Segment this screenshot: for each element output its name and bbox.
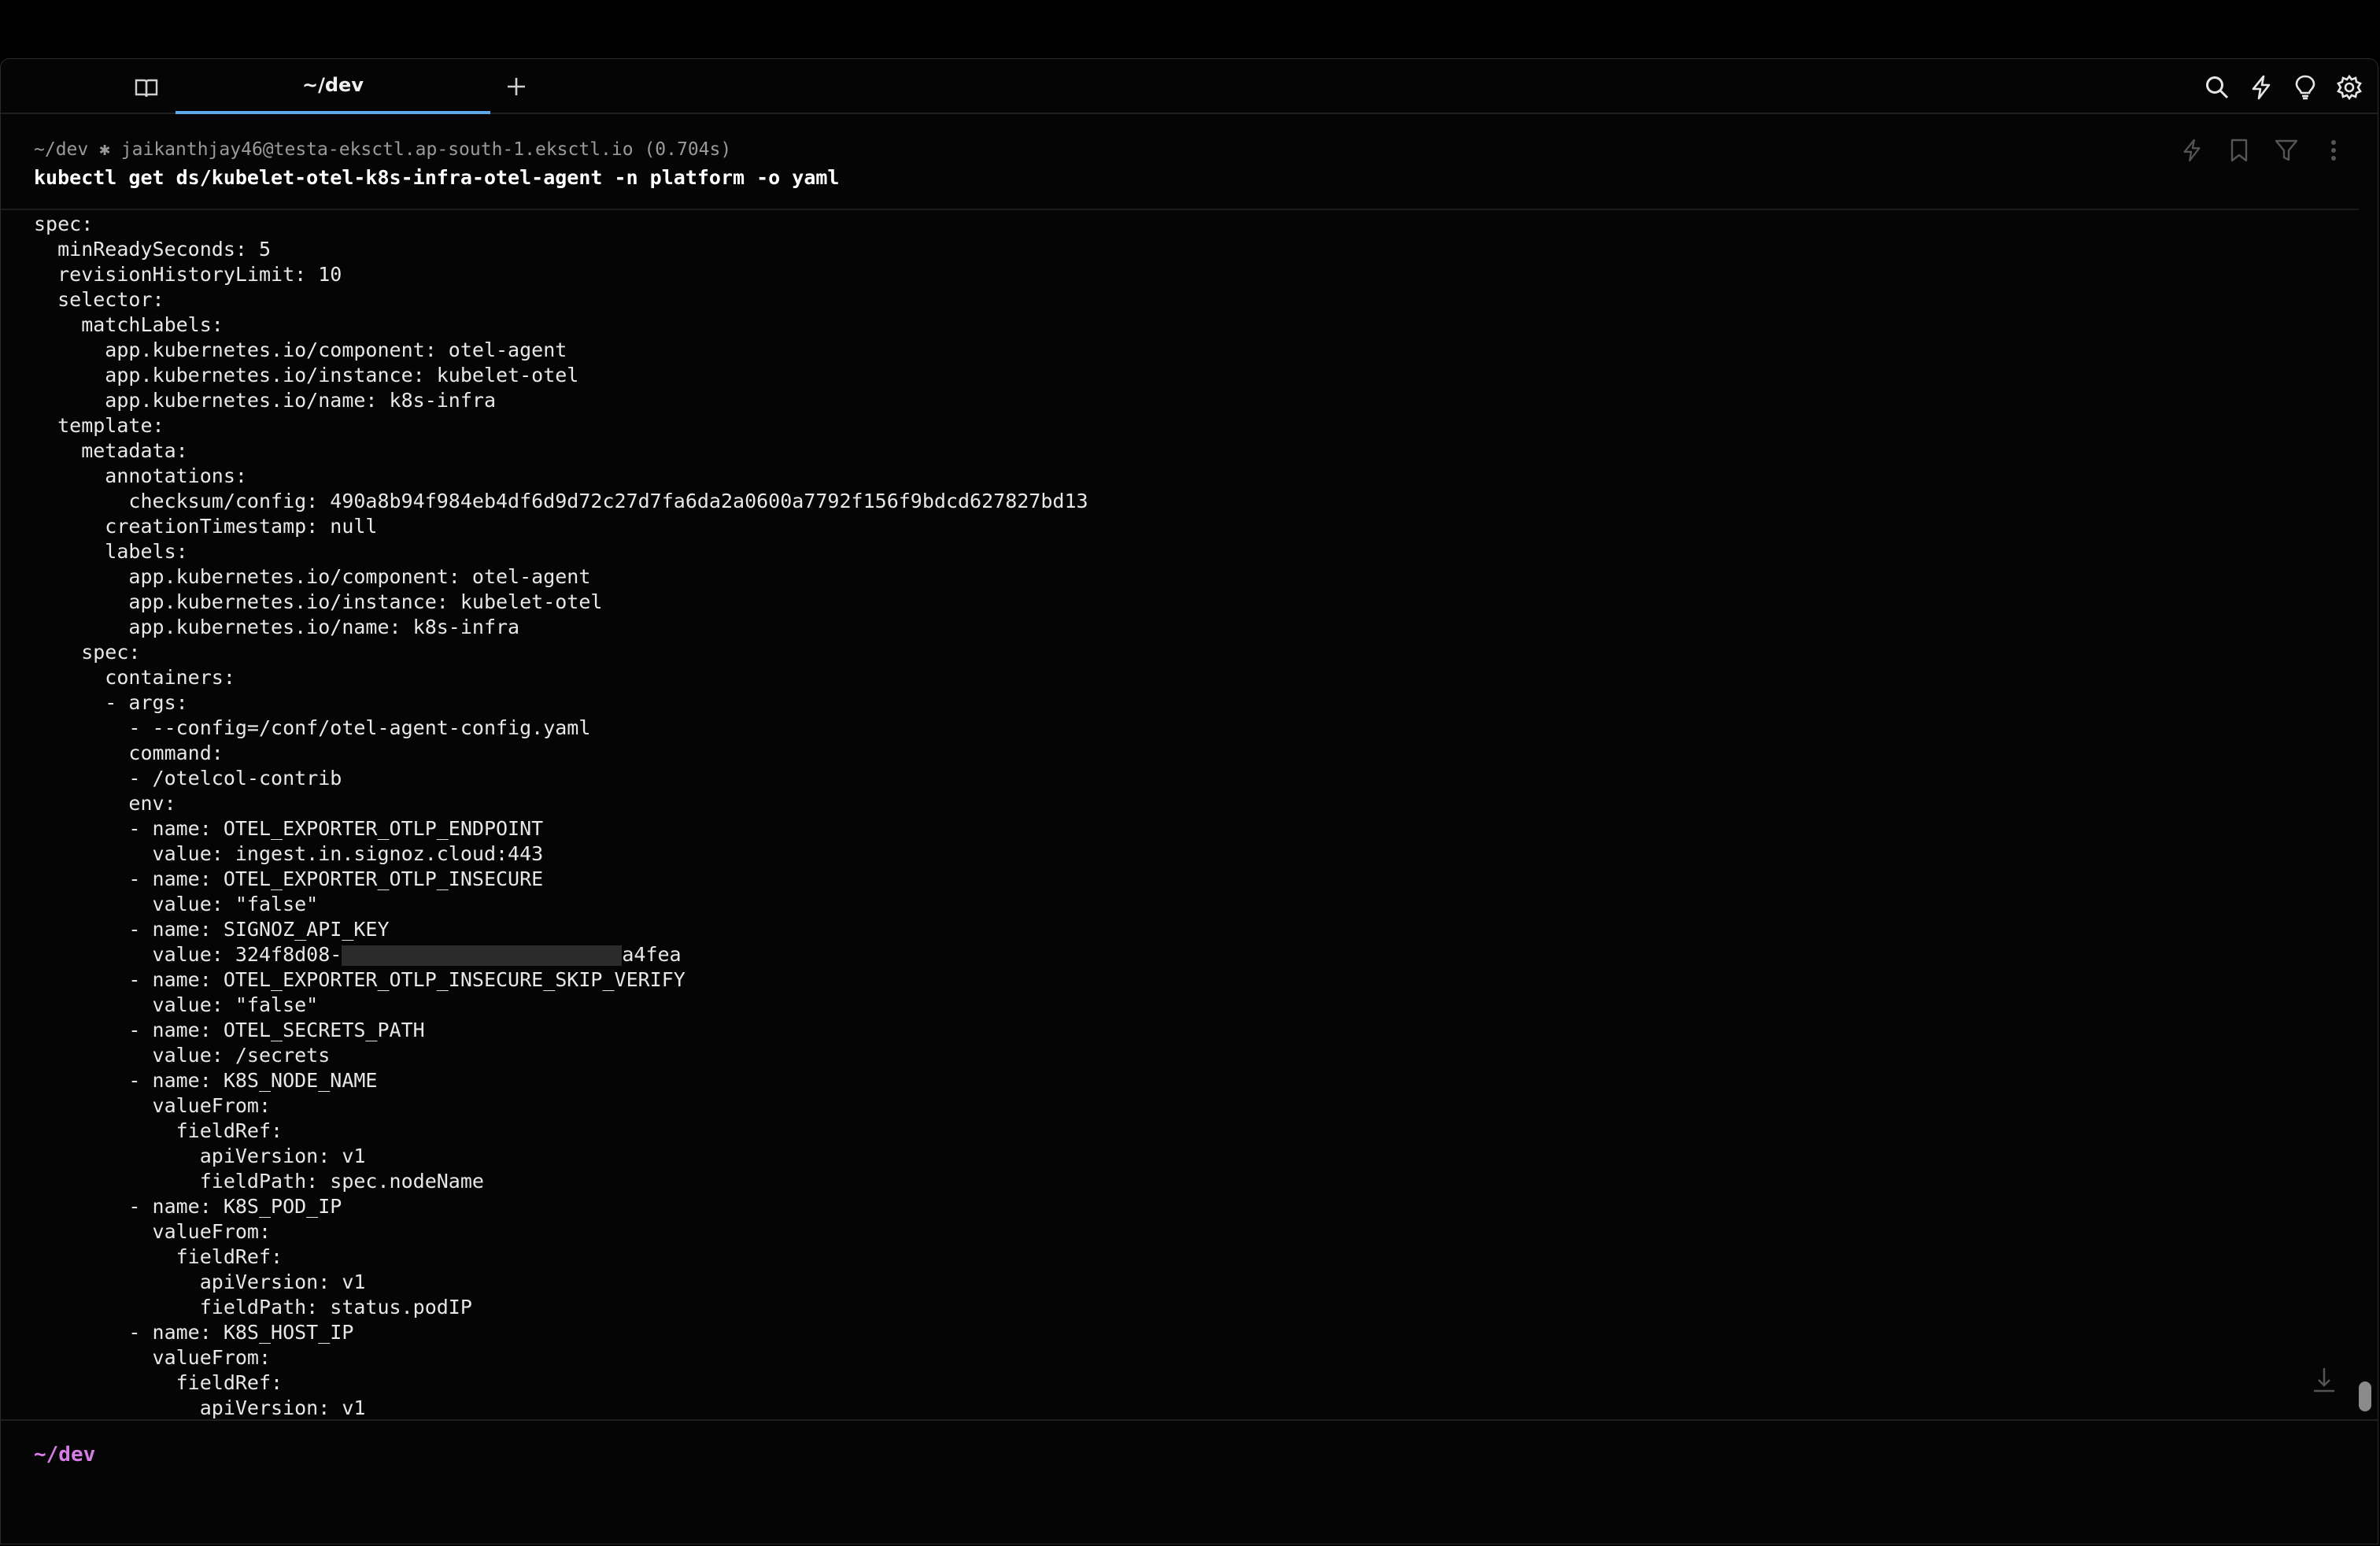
output-line: fieldRef: bbox=[34, 1245, 283, 1268]
output-line: app.kubernetes.io/name: k8s-infra bbox=[34, 389, 496, 412]
lightning-icon[interactable] bbox=[2245, 72, 2277, 103]
block-actions bbox=[2160, 135, 2349, 166]
block-command[interactable]: kubectl get ds/kubelet-otel-k8s-infra-ot… bbox=[34, 166, 840, 189]
output-line: selector: bbox=[34, 288, 164, 311]
output-line: template: bbox=[34, 414, 164, 437]
lightning-icon[interactable] bbox=[2176, 135, 2208, 166]
output-line: - name: OTEL_EXPORTER_OTLP_ENDPOINT bbox=[34, 817, 544, 840]
command-output: spec: minReadySeconds: 5 revisionHistory… bbox=[34, 212, 2316, 1471]
output-line: value: "false" bbox=[34, 893, 319, 915]
output-line: spec: bbox=[34, 641, 141, 664]
scrollbar-thumb[interactable] bbox=[2359, 1381, 2371, 1411]
output-line: value: /secrets bbox=[34, 1044, 331, 1067]
output-line: fieldPath: status.podIP bbox=[34, 1296, 472, 1319]
output-text: a4fea bbox=[622, 943, 682, 966]
output-line: matchLabels: bbox=[34, 313, 224, 336]
output-line: - name: SIGNOZ_API_KEY bbox=[34, 918, 390, 941]
output-line: apiVersion: v1 bbox=[34, 1270, 366, 1293]
output-line: app.kubernetes.io/component: otel-agent bbox=[34, 565, 591, 588]
output-line: - name: K8S_NODE_NAME bbox=[34, 1069, 378, 1092]
output-line: spec: bbox=[34, 213, 94, 235]
output-line: valueFrom: bbox=[34, 1094, 272, 1117]
output-line: valueFrom: bbox=[34, 1346, 272, 1369]
output-line: apiVersion: v1 bbox=[34, 1145, 366, 1167]
output-line: labels: bbox=[34, 540, 188, 563]
tab-title: ~/dev bbox=[302, 74, 364, 96]
output-line: app.kubernetes.io/name: k8s-infra bbox=[34, 616, 520, 638]
output-line: metadata: bbox=[34, 439, 188, 462]
output-line: command: bbox=[34, 742, 224, 764]
filter-icon[interactable] bbox=[2271, 135, 2302, 166]
output-line: minReadySeconds: 5 bbox=[34, 238, 272, 261]
lightbulb-icon[interactable] bbox=[2289, 72, 2321, 103]
output-line: app.kubernetes.io/instance: kubelet-otel bbox=[34, 364, 579, 386]
input-area[interactable]: ~/dev bbox=[1, 1419, 2378, 1545]
block-prompt-info: ~/dev ✱ jaikanthjay46@testa-eksctl.ap-so… bbox=[34, 139, 732, 160]
output-line: - args: bbox=[34, 691, 188, 714]
output-line: - name: OTEL_SECRETS_PATH bbox=[34, 1019, 425, 1041]
input-prompt: ~/dev bbox=[34, 1443, 96, 1466]
output-line: checksum/config: 490a8b94f984eb4df6d9d72… bbox=[34, 490, 1088, 512]
output-line: revisionHistoryLimit: 10 bbox=[34, 263, 342, 286]
output-line: fieldRef: bbox=[34, 1119, 283, 1142]
tab-dev[interactable]: ~/dev bbox=[176, 59, 490, 114]
top-black-bar bbox=[0, 0, 2380, 58]
output-line: - name: OTEL_EXPORTER_OTLP_INSECURE_SKIP… bbox=[34, 968, 686, 991]
output-line: - name: OTEL_EXPORTER_OTLP_INSECURE bbox=[34, 867, 544, 890]
output-line: env: bbox=[34, 792, 176, 815]
output-line: value: ingest.in.signoz.cloud:443 bbox=[34, 842, 544, 865]
output-line: value: "false" bbox=[34, 993, 319, 1016]
more-vertical-icon[interactable] bbox=[2318, 135, 2349, 166]
output-line: annotations: bbox=[34, 464, 247, 487]
search-icon[interactable] bbox=[2201, 72, 2233, 103]
output-line: apiVersion: v1 bbox=[34, 1396, 366, 1419]
output-line: app.kubernetes.io/instance: kubelet-otel bbox=[34, 590, 603, 613]
output-text: value: 324f8d08- bbox=[34, 943, 342, 966]
bookmark-icon[interactable] bbox=[2223, 135, 2255, 166]
output-line: creationTimestamp: null bbox=[34, 515, 378, 538]
output-line: - name: K8S_HOST_IP bbox=[34, 1321, 354, 1344]
output-line: - /otelcol-contrib bbox=[34, 767, 342, 790]
output-line: fieldRef: bbox=[34, 1371, 283, 1394]
output-line: - name: K8S_POD_IP bbox=[34, 1195, 342, 1218]
tab-actions bbox=[2201, 72, 2378, 103]
output-line: app.kubernetes.io/component: otel-agent bbox=[34, 338, 567, 361]
redacted-block bbox=[342, 945, 623, 966]
command-block-header: ~/dev ✱ jaikanthjay46@testa-eksctl.ap-so… bbox=[1, 135, 2378, 210]
terminal-window: ~/dev ~/dev ✱ jaikanthjay46@testa-eksctl… bbox=[0, 58, 2378, 1544]
output-line: value: 324f8d08- a4fea bbox=[34, 942, 2316, 967]
output-line: valueFrom: bbox=[34, 1220, 272, 1243]
output-line: fieldPath: spec.nodeName bbox=[34, 1170, 484, 1193]
tab-bar: ~/dev bbox=[1, 59, 2378, 114]
plus-icon[interactable] bbox=[501, 72, 531, 102]
gear-icon[interactable] bbox=[2334, 72, 2365, 103]
arrow-down-to-line-icon[interactable] bbox=[2308, 1364, 2340, 1396]
output-line: containers: bbox=[34, 666, 235, 689]
output-line: - --config=/conf/otel-agent-config.yaml bbox=[34, 716, 591, 739]
book-open-icon[interactable] bbox=[133, 75, 160, 102]
block-divider bbox=[1, 209, 2359, 210]
